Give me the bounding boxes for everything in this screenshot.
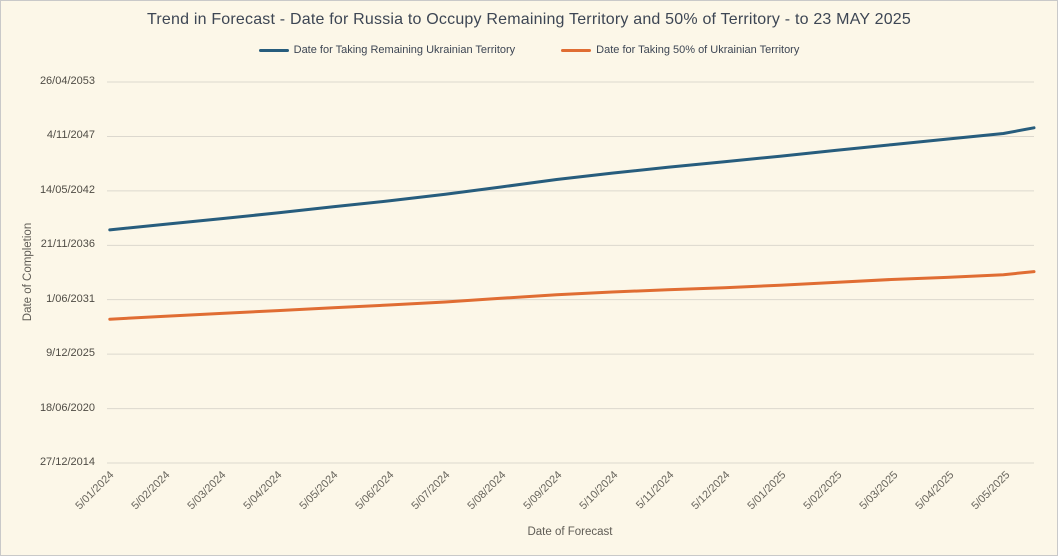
x-tick-label: 5/07/2024	[409, 469, 452, 512]
forecast-trend-chart: Trend in Forecast - Date for Russia to O…	[0, 0, 1058, 556]
x-tick-label: 5/02/2025	[801, 469, 844, 512]
x-tick-label: 5/11/2024	[634, 469, 677, 512]
x-tick-label: 5/05/2025	[969, 469, 1012, 512]
legend-label-50pct-territory: Date for Taking 50% of Ukrainian Territo…	[596, 44, 799, 56]
y-tick-label: 14/05/2042	[15, 184, 95, 196]
y-axis-title: Date of Completion	[22, 223, 34, 321]
y-tick-label: 18/06/2020	[15, 402, 95, 414]
x-axis-title: Date of Forecast	[105, 526, 1035, 538]
chart-title: Trend in Forecast - Date for Russia to O…	[1, 11, 1057, 29]
x-tick-label: 5/08/2024	[465, 469, 508, 512]
x-tick-label: 5/09/2024	[521, 469, 564, 512]
x-tick-label: 5/02/2024	[129, 469, 172, 512]
x-tick-label: 5/01/2025	[745, 469, 788, 512]
x-tick-label: 5/04/2025	[913, 469, 956, 512]
x-tick-label: 5/03/2024	[185, 469, 228, 512]
y-tick-label: 26/04/2053	[15, 75, 95, 87]
x-tick-label: 5/12/2024	[689, 469, 732, 512]
y-tick-label: 9/12/2025	[15, 347, 95, 359]
x-tick-label: 5/05/2024	[297, 469, 340, 512]
series-line-remaining-territory	[110, 128, 1034, 230]
legend-item-50pct-territory: Date for Taking 50% of Ukrainian Territo…	[561, 44, 799, 56]
legend-swatch-remaining-territory	[259, 49, 289, 52]
series-line-50pct-territory	[110, 272, 1034, 320]
legend-swatch-50pct-territory	[561, 49, 591, 52]
x-tick-label: 5/03/2025	[857, 469, 900, 512]
plot-area	[105, 71, 1037, 471]
legend-item-remaining-territory: Date for Taking Remaining Ukrainian Terr…	[259, 44, 516, 56]
x-tick-label: 5/01/2024	[73, 469, 116, 512]
legend-label-remaining-territory: Date for Taking Remaining Ukrainian Terr…	[294, 44, 516, 56]
x-tick-label: 5/10/2024	[577, 469, 620, 512]
legend: Date for Taking Remaining Ukrainian Terr…	[1, 44, 1057, 56]
x-tick-label: 5/06/2024	[353, 469, 396, 512]
y-tick-label: 4/11/2047	[15, 129, 95, 141]
y-tick-label: 27/12/2014	[15, 456, 95, 468]
x-tick-label: 5/04/2024	[241, 469, 284, 512]
